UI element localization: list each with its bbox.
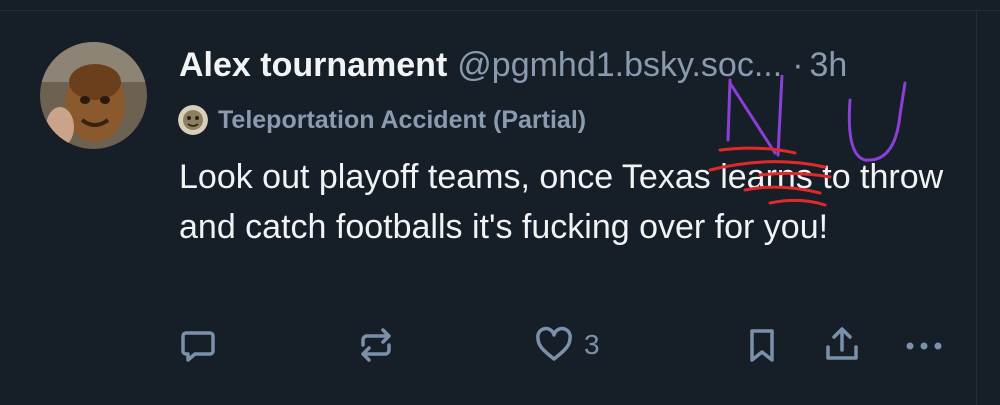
post-text: Look out playoff teams, once Texas learn… [179,158,944,246]
post-card[interactable]: Alex tournament @pgmhd1.bsky.soc... · 3h Te… [0,0,1000,405]
post-timestamp[interactable]: 3h [810,46,848,84]
label-avatar [178,105,208,135]
heart-icon [536,326,572,361]
separator-dot: · [792,46,804,84]
author-line: Alex tournament @pgmhd1.bsky.soc... · 3h [179,42,979,88]
like-count: 3 [584,329,600,360]
speech-bubble-icon [181,331,215,362]
repost-button[interactable] [356,320,396,370]
bookmark-icon [750,329,774,362]
author-avatar[interactable] [40,42,147,149]
label-text: Teleportation Accident (Partial) [218,105,587,134]
share-icon [826,327,858,360]
reply-button[interactable] [178,320,218,370]
ellipsis-icon [906,342,942,350]
more-options-button[interactable] [902,320,946,370]
author-handle[interactable]: @pgmhd1.bsky.soc... [457,46,782,84]
repeat-icon [361,328,391,362]
post-actions: 3 [0,320,1000,370]
bookmark-button[interactable] [742,320,782,370]
like-button[interactable]: 3 [534,320,600,370]
content-label[interactable]: Teleportation Accident (Partial) [178,103,586,137]
author-display-name[interactable]: Alex tournament [179,46,447,84]
share-button[interactable] [822,320,862,370]
